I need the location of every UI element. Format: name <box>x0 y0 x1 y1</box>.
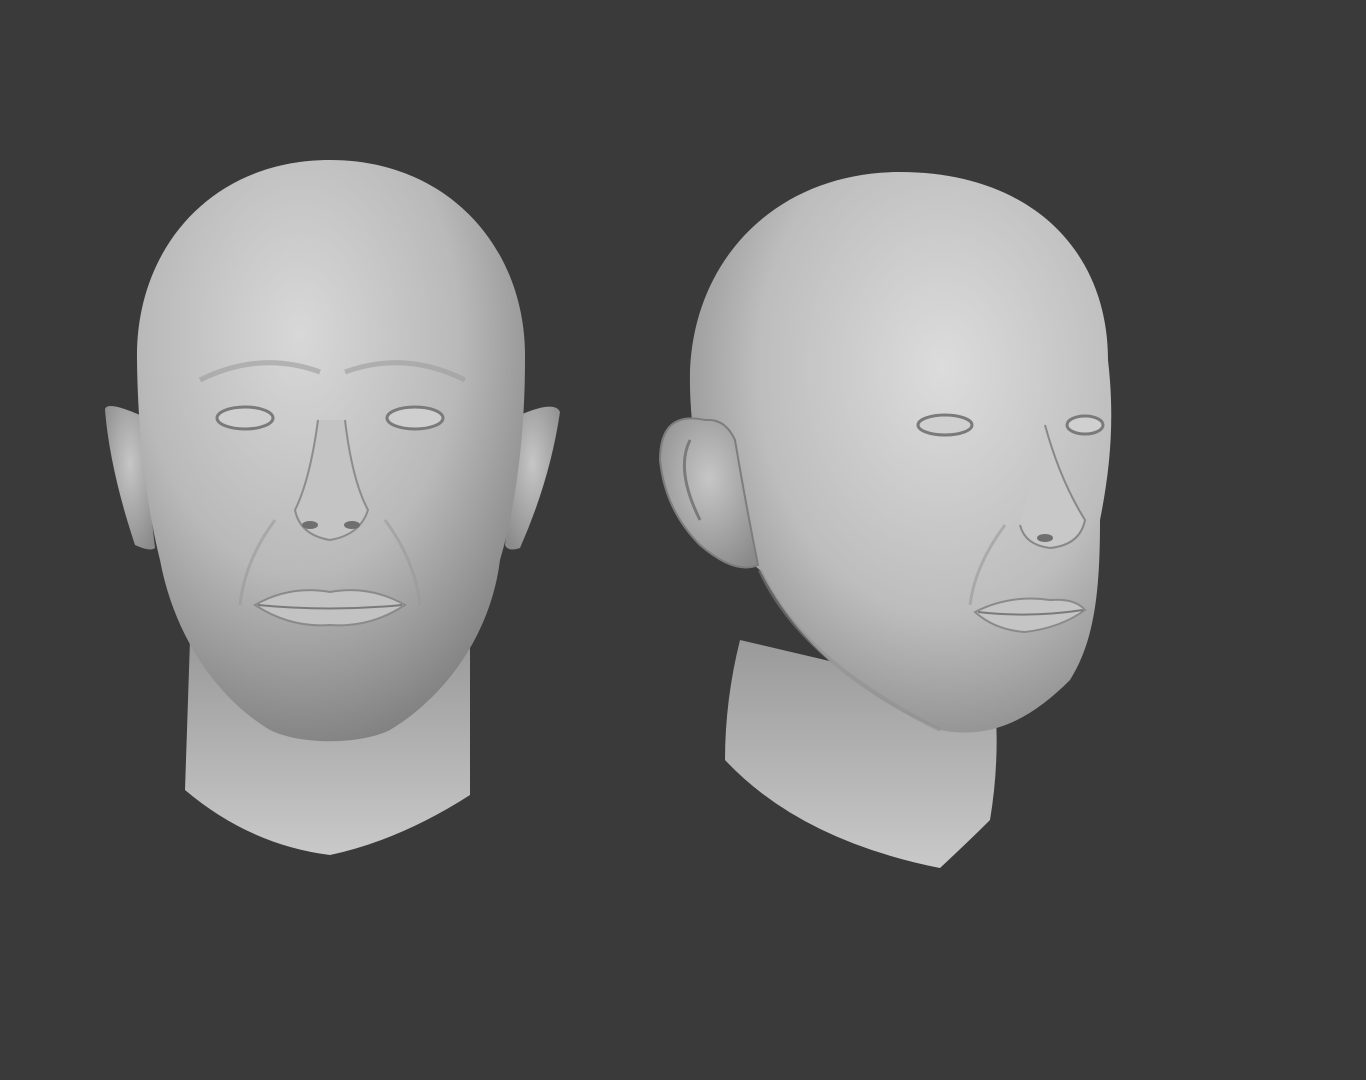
head-three-quarter[interactable] <box>658 172 1112 868</box>
head-sculpts <box>105 160 1112 868</box>
eye-right-front <box>385 405 445 431</box>
sculpt-viewport[interactable] <box>0 0 1366 1080</box>
eye-left-front <box>215 405 275 431</box>
eye-left-three-quarter <box>916 413 974 437</box>
head-front[interactable] <box>105 160 560 855</box>
eye-right-three-quarter <box>1065 414 1105 436</box>
